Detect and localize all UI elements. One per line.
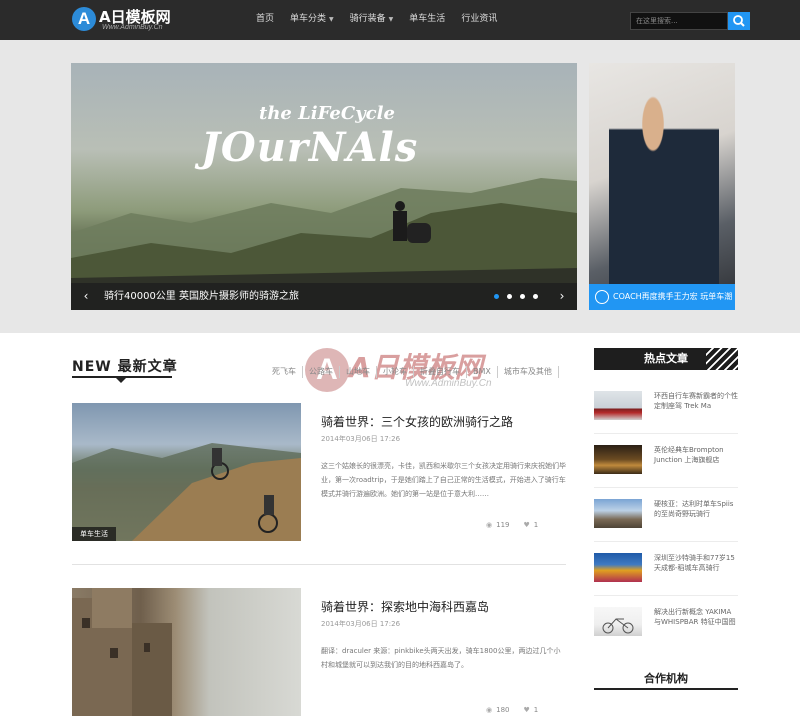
article-meta: ◉ 180 ♥ 1 [486,706,538,714]
hot-article-thumbnail[interactable] [594,607,642,636]
category-link[interactable]: 折叠自行车 [414,366,467,378]
nav-item-news[interactable]: 行业资讯 [453,0,505,40]
category-link[interactable]: 死飞车 [266,366,303,378]
hot-article-thumbnail[interactable] [594,553,642,582]
hero-slider[interactable]: the LiFeCycle JOurNAls ‹ 骑行40000公里 英国胶片摄… [71,63,577,310]
hot-article-item[interactable]: 硬核亚：达利时单车Spiis的至尚奇野玩骑行 [594,499,738,544]
article-thumbnail[interactable] [72,588,301,716]
side-ad-caption-bar: COACH再度携手王力宏 玩单车潮 [589,284,735,310]
slider-prev-arrow-icon[interactable]: ‹ [76,283,96,310]
nav-item-gear[interactable]: 骑行装备 ▼ [342,0,402,40]
category-link[interactable]: 小轮车 [377,366,414,378]
hot-article-item[interactable]: 环西自行车赛新霸者的个性定制座驾 Trek Ma [594,391,738,436]
slider-dot[interactable] [494,294,499,299]
section-title: NEW 最新文章 [72,359,178,375]
camera-icon [595,290,609,304]
section-pointer [116,378,126,383]
slider-caption-bar: ‹ 骑行40000公里 英国胶片摄影师的骑游之旅 › [71,283,577,310]
article-title[interactable]: 骑着世界：探索地中海科西嘉岛 [321,598,489,615]
hot-article-title[interactable]: 环西自行车赛新霸者的个性定制座驾 Trek Ma [654,391,738,411]
nav-item-home[interactable]: 首页 [248,0,282,40]
hot-articles-heading: 热点文章 [594,348,738,370]
eye-icon: ◉ [486,706,493,714]
hot-article-title[interactable]: 硬核亚：达利时单车Spiis的至尚奇野玩骑行 [654,499,738,519]
hot-article-item[interactable]: 英伦经典车Brompton Junction 上海旗舰店 [594,445,738,490]
hot-article-thumbnail[interactable] [594,445,642,474]
slider-next-arrow-icon[interactable]: › [552,283,572,310]
nav-item-life[interactable]: 单车生活 [401,0,453,40]
article-tag[interactable]: 单车生活 [72,527,116,541]
article-date: 2014年03月06日 17:26 [321,435,401,443]
article-excerpt: 这三个姑娘长的很漂亮，卡佳，凯西和米歇尔三个女孩决定用骑行来庆祝她们毕业，第一次… [321,462,566,498]
search-box: 在这里搜索... [630,12,750,30]
like-count[interactable]: ♥ 1 [523,521,538,529]
logo-subtitle: Www.AdminBuy.Cn [102,24,163,31]
category-link[interactable]: 山地车 [340,366,377,378]
main-nav: 首页 单车分类 ▼ 骑行装备 ▼ 单车生活 行业资讯 [248,0,505,40]
ad-model-image [609,83,719,288]
view-count: ◉ 119 [486,521,510,529]
top-header: A A日模板网 Www.AdminBuy.Cn 首页 单车分类 ▼ 骑行装备 ▼ 单… [0,0,800,40]
hot-article-title[interactable]: 英伦经典车Brompton Junction 上海旗舰店 [654,445,738,465]
side-ad-caption: COACH再度携手王力宏 玩单车潮 [613,292,733,301]
slider-dot[interactable] [507,294,512,299]
hot-article-title[interactable]: 深圳至沙特骑手和77岁15天成都-稻城车高骑行 [654,553,738,573]
like-count[interactable]: ♥ 1 [523,706,538,714]
heart-icon: ♥ [523,706,530,714]
caret-down-icon: ▼ [388,16,394,23]
article-card: 骑着世界：探索地中海科西嘉岛 2014年03月06日 17:26 翻译：drac… [72,588,566,716]
search-input[interactable]: 在这里搜索... [630,12,728,30]
category-link[interactable]: 公路车 [303,366,340,378]
hot-article-item[interactable]: 解决出行新概念 YAKIMA与WHISPBAR 特征中国图 [594,607,738,652]
caret-down-icon: ▼ [329,16,334,23]
article-meta: ◉ 119 ♥ 1 [486,521,538,529]
slider-caption[interactable]: 骑行40000公里 英国胶片摄影师的骑游之旅 [104,283,299,310]
slider-dot[interactable] [520,294,525,299]
hot-article-item[interactable]: 深圳至沙特骑手和77岁15天成都-稻城车高骑行 [594,553,738,598]
article-divider [72,564,566,565]
article-card: 单车生活 骑着世界：三个女孩的欧洲骑行之路 2014年03月06日 17:26 … [72,403,566,553]
article-excerpt: 翻译：draculer 来源：pinkbike头两天出发，骑车1800公里，两边… [321,647,561,669]
category-link[interactable]: 城市车及其他 [498,366,559,378]
category-links: 死飞车 公路车 山地车 小轮车 折叠自行车 BMX 城市车及其他 [266,366,559,378]
view-count: ◉ 180 [486,706,510,714]
article-title[interactable]: 骑着世界：三个女孩的欧洲骑行之路 [321,413,513,430]
search-button[interactable] [728,12,750,30]
nav-item-categories[interactable]: 单车分类 ▼ [282,0,342,40]
logo-badge: A [72,7,96,31]
article-thumbnail[interactable]: 单车生活 [72,403,301,541]
slider-image [71,63,577,310]
heart-icon: ♥ [523,521,530,529]
side-ad-banner[interactable]: COACH再度携手王力宏 玩单车潮 [589,63,735,310]
section-heading: NEW 最新文章 [72,356,178,383]
slider-dot[interactable] [533,294,538,299]
hot-article-thumbnail[interactable] [594,391,642,420]
site-logo[interactable]: A A日模板网 Www.AdminBuy.Cn [72,5,182,35]
hot-article-thumbnail[interactable] [594,499,642,528]
slider-dots [494,294,538,299]
category-link[interactable]: BMX [467,366,498,378]
hot-article-title[interactable]: 解决出行新概念 YAKIMA与WHISPBAR 特征中国图 [654,607,738,627]
slider-title-art: the LiFeCycle JOurNAls [201,103,419,171]
eye-icon: ◉ [486,521,493,529]
search-icon [733,15,745,27]
partners-heading: 合作机构 [594,668,738,690]
article-date: 2014年03月06日 17:26 [321,620,401,628]
